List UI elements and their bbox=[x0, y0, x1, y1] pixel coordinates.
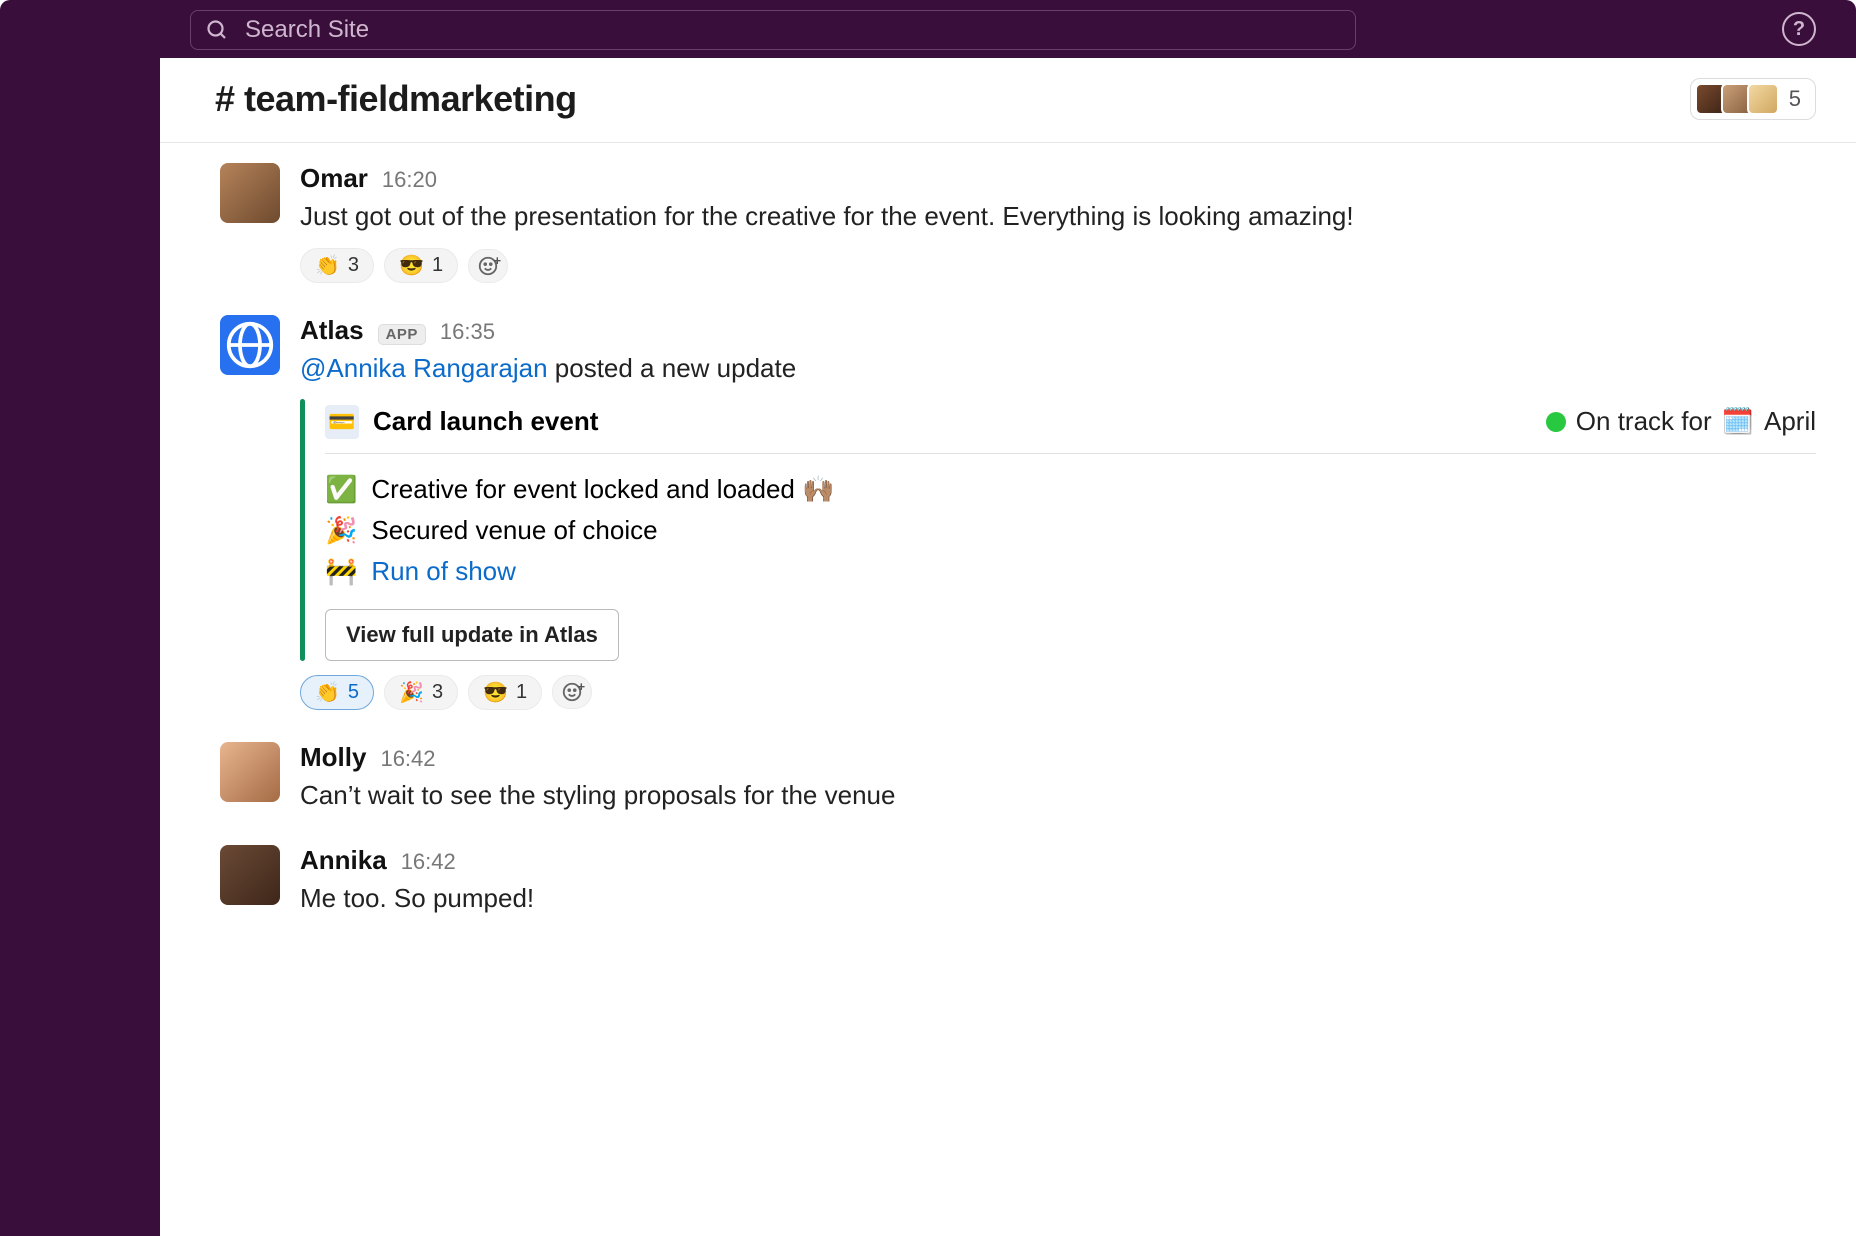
card-item-text: Creative for event locked and loaded 🙌🏽 bbox=[371, 474, 834, 505]
reaction-count: 3 bbox=[348, 254, 359, 277]
add-reaction-button[interactable]: + bbox=[468, 249, 508, 283]
top-bar: Search Site ? bbox=[0, 0, 1856, 58]
help-icon: ? bbox=[1793, 18, 1805, 41]
party-icon: 🎉 bbox=[325, 515, 357, 546]
channel-title[interactable]: # team-fieldmarketing bbox=[215, 78, 577, 120]
emoji-party: 🎉 bbox=[399, 680, 424, 705]
search-icon bbox=[205, 18, 229, 42]
member-avatars bbox=[1695, 83, 1779, 115]
card-icon: 💳 bbox=[325, 405, 359, 439]
card-title[interactable]: Card launch event bbox=[373, 406, 598, 437]
add-reaction-button[interactable]: + bbox=[552, 675, 592, 709]
status-text: On track for bbox=[1576, 406, 1712, 437]
card-item-link[interactable]: Run of show bbox=[371, 556, 516, 587]
message-suffix: posted a new update bbox=[548, 353, 797, 383]
message-time: 16:35 bbox=[440, 319, 495, 345]
reaction-count: 1 bbox=[516, 681, 527, 704]
message-author[interactable]: Molly bbox=[300, 742, 366, 773]
help-button[interactable]: ? bbox=[1782, 12, 1816, 46]
app-badge: APP bbox=[378, 324, 426, 345]
status-dot-icon bbox=[1546, 412, 1566, 432]
emoji-cool: 😎 bbox=[399, 253, 424, 278]
status-date: April bbox=[1764, 406, 1816, 437]
reaction-count: 5 bbox=[348, 681, 359, 704]
emoji-clap: 👏 bbox=[315, 680, 340, 705]
app-root: Search Site ? # team-fieldmarketing 5 bbox=[0, 0, 1856, 1236]
member-avatar bbox=[1747, 83, 1779, 115]
card-item: 🚧 Run of show bbox=[325, 556, 1816, 587]
reaction-cool[interactable]: 😎 1 bbox=[468, 675, 542, 710]
message: Molly 16:42 Can’t wait to see the stylin… bbox=[220, 742, 1816, 813]
message-time: 16:42 bbox=[380, 746, 435, 772]
message: Annika 16:42 Me too. So pumped! bbox=[220, 845, 1816, 916]
emoji-clap: 👏 bbox=[315, 253, 340, 278]
avatar[interactable] bbox=[220, 163, 280, 223]
card-item: 🎉 Secured venue of choice bbox=[325, 515, 1816, 546]
body: # team-fieldmarketing 5 bbox=[0, 58, 1856, 1236]
atlas-card: 💳 Card launch event On track for 🗓️ Apri… bbox=[300, 399, 1816, 661]
plus-icon: + bbox=[493, 253, 501, 268]
member-count: 5 bbox=[1789, 86, 1801, 112]
message-time: 16:42 bbox=[401, 849, 456, 875]
message: Omar 16:20 Just got out of the presentat… bbox=[220, 163, 1816, 283]
message-text: Me too. So pumped! bbox=[300, 880, 1816, 916]
message-author[interactable]: Omar bbox=[300, 163, 368, 194]
reaction-count: 3 bbox=[432, 681, 443, 704]
reactions: 👏 3 😎 1 + bbox=[300, 248, 1816, 283]
reaction-count: 1 bbox=[432, 254, 443, 277]
search-input[interactable]: Search Site bbox=[190, 10, 1356, 50]
members-button[interactable]: 5 bbox=[1690, 78, 1816, 120]
main-panel: # team-fieldmarketing 5 bbox=[160, 58, 1856, 1236]
sidebar bbox=[0, 58, 160, 1236]
message-time: 16:20 bbox=[382, 167, 437, 193]
message-text: Just got out of the presentation for the… bbox=[300, 198, 1816, 234]
avatar[interactable] bbox=[220, 742, 280, 802]
reaction-cool[interactable]: 😎 1 bbox=[384, 248, 458, 283]
message-text: Can’t wait to see the styling proposals … bbox=[300, 777, 1816, 813]
atlas-accent-bar bbox=[300, 399, 305, 661]
mention[interactable]: @Annika Rangarajan bbox=[300, 353, 548, 383]
avatar[interactable] bbox=[220, 845, 280, 905]
emoji-cool: 😎 bbox=[483, 680, 508, 705]
calendar-icon: 🗓️ bbox=[1722, 406, 1754, 437]
reactions: 👏 5 🎉 3 😎 1 bbox=[300, 675, 1816, 710]
reaction-clap[interactable]: 👏 5 bbox=[300, 675, 374, 710]
atlas-app-icon bbox=[220, 315, 280, 375]
message-text: @Annika Rangarajan posted a new update bbox=[300, 350, 1816, 386]
channel-header: # team-fieldmarketing 5 bbox=[160, 58, 1856, 143]
check-icon: ✅ bbox=[325, 474, 357, 505]
view-full-update-button[interactable]: View full update in Atlas bbox=[325, 609, 619, 661]
message: Atlas APP 16:35 @Annika Rangarajan poste… bbox=[220, 315, 1816, 709]
search-placeholder: Search Site bbox=[245, 16, 369, 44]
message-author[interactable]: Annika bbox=[300, 845, 387, 876]
avatar[interactable] bbox=[220, 315, 280, 375]
message-author[interactable]: Atlas bbox=[300, 315, 364, 346]
card-items: ✅ Creative for event locked and loaded 🙌… bbox=[325, 474, 1816, 587]
reaction-party[interactable]: 🎉 3 bbox=[384, 675, 458, 710]
reaction-clap[interactable]: 👏 3 bbox=[300, 248, 374, 283]
card-item-text: Secured venue of choice bbox=[371, 515, 657, 546]
construction-icon: 🚧 bbox=[325, 556, 357, 587]
card-item: ✅ Creative for event locked and loaded 🙌… bbox=[325, 474, 1816, 505]
message-list[interactable]: Omar 16:20 Just got out of the presentat… bbox=[160, 143, 1856, 1236]
plus-icon: + bbox=[578, 679, 586, 694]
card-status: On track for 🗓️ April bbox=[1546, 406, 1816, 437]
